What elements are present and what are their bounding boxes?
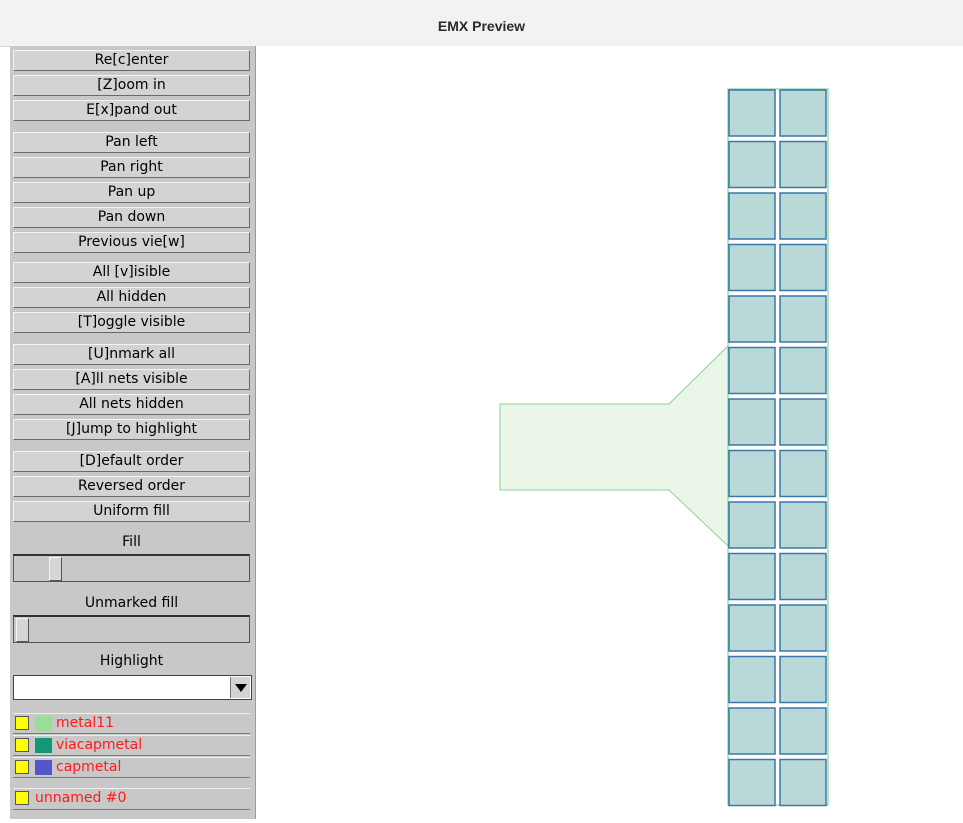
title-bar: EMX Preview [0, 0, 963, 47]
via-cell [728, 552, 776, 601]
via-cell [779, 604, 827, 652]
via-cell [779, 758, 827, 807]
fill-label: Fill [122, 534, 141, 550]
all-nets-visible-button[interactable]: [A]ll nets visible [13, 369, 250, 390]
layout-canvas[interactable] [256, 46, 963, 819]
via-cell [779, 192, 827, 240]
reversed-order-button[interactable]: Reversed order [13, 476, 250, 497]
via-cell [779, 449, 827, 498]
pan-down-button[interactable]: Pan down [13, 207, 250, 228]
layer-row-viacapmetal[interactable]: viacapmetal [13, 735, 250, 756]
via-cell [728, 655, 776, 704]
via-cell [728, 295, 776, 343]
via-cell [728, 346, 776, 395]
recenter-button[interactable]: Re[c]enter [13, 50, 250, 71]
via-cell [779, 501, 827, 549]
via-cell [728, 449, 776, 498]
via-cell [728, 243, 776, 292]
control-panel: Re[c]enter [Z]oom in E[x]pand out Pan le… [10, 46, 256, 819]
pan-up-button[interactable]: Pan up [13, 182, 250, 203]
via-cell [728, 89, 776, 137]
unmarked-fill-slider[interactable] [13, 615, 250, 643]
fill-slider[interactable] [13, 554, 250, 582]
default-order-button[interactable]: [D]efault order [13, 451, 250, 472]
window-title: EMX Preview [437, 18, 526, 34]
net-name: unnamed #0 [35, 790, 127, 806]
via-cell [728, 604, 776, 652]
highlight-dropdown-button[interactable] [230, 677, 250, 698]
via-cell [779, 398, 827, 446]
layer-name: metal11 [56, 715, 115, 731]
via-cell [779, 140, 827, 189]
layer-name: capmetal [56, 759, 122, 775]
layer-row-capmetal[interactable]: capmetal [13, 757, 250, 778]
layer-color-swatch [35, 738, 52, 753]
visibility-toggle[interactable] [15, 791, 29, 805]
chevron-down-icon [235, 684, 247, 692]
highlight-label: Highlight [99, 653, 164, 669]
zoom-in-button[interactable]: [Z]oom in [13, 75, 250, 96]
via-cell [779, 89, 827, 137]
net-row-unnamed-0[interactable]: unnamed #0 [13, 788, 250, 810]
via-cell [728, 758, 776, 807]
pan-right-button[interactable]: Pan right [13, 157, 250, 178]
jump-to-highlight-button[interactable]: [J]ump to highlight [13, 419, 250, 440]
via-cell [779, 655, 827, 704]
visibility-toggle[interactable] [15, 716, 29, 730]
toggle-visible-button[interactable]: [T]oggle visible [13, 312, 250, 333]
via-cell [779, 346, 827, 395]
previous-view-button[interactable]: Previous vie[w] [13, 232, 250, 253]
layer-color-swatch [35, 760, 52, 775]
pan-left-button[interactable]: Pan left [13, 132, 250, 153]
uniform-fill-button[interactable]: Uniform fill [13, 501, 250, 522]
unmark-all-button[interactable]: [U]nmark all [13, 344, 250, 365]
layer-color-swatch [35, 716, 52, 731]
all-hidden-button[interactable]: All hidden [13, 287, 250, 308]
feed-shape [499, 344, 729, 548]
via-cell [728, 192, 776, 240]
via-cell [779, 707, 827, 755]
unmarked-fill-label: Unmarked fill [84, 595, 179, 611]
layer-row-metal11[interactable]: metal11 [13, 713, 250, 734]
expand-out-button[interactable]: E[x]pand out [13, 100, 250, 121]
layout-view [499, 88, 829, 807]
unmarked-fill-slider-thumb[interactable] [16, 618, 29, 642]
via-cell [779, 243, 827, 292]
visibility-toggle[interactable] [15, 738, 29, 752]
via-cell [728, 398, 776, 446]
layer-name: viacapmetal [56, 737, 143, 753]
fill-slider-thumb[interactable] [48, 557, 62, 581]
via-cell [728, 501, 776, 549]
via-cell [779, 295, 827, 343]
all-nets-hidden-button[interactable]: All nets hidden [13, 394, 250, 415]
all-visible-button[interactable]: All [v]isible [13, 262, 250, 283]
via-cell [728, 707, 776, 755]
via-cell [728, 140, 776, 189]
via-cell [779, 552, 827, 601]
highlight-select[interactable] [13, 675, 252, 700]
visibility-toggle[interactable] [15, 760, 29, 774]
